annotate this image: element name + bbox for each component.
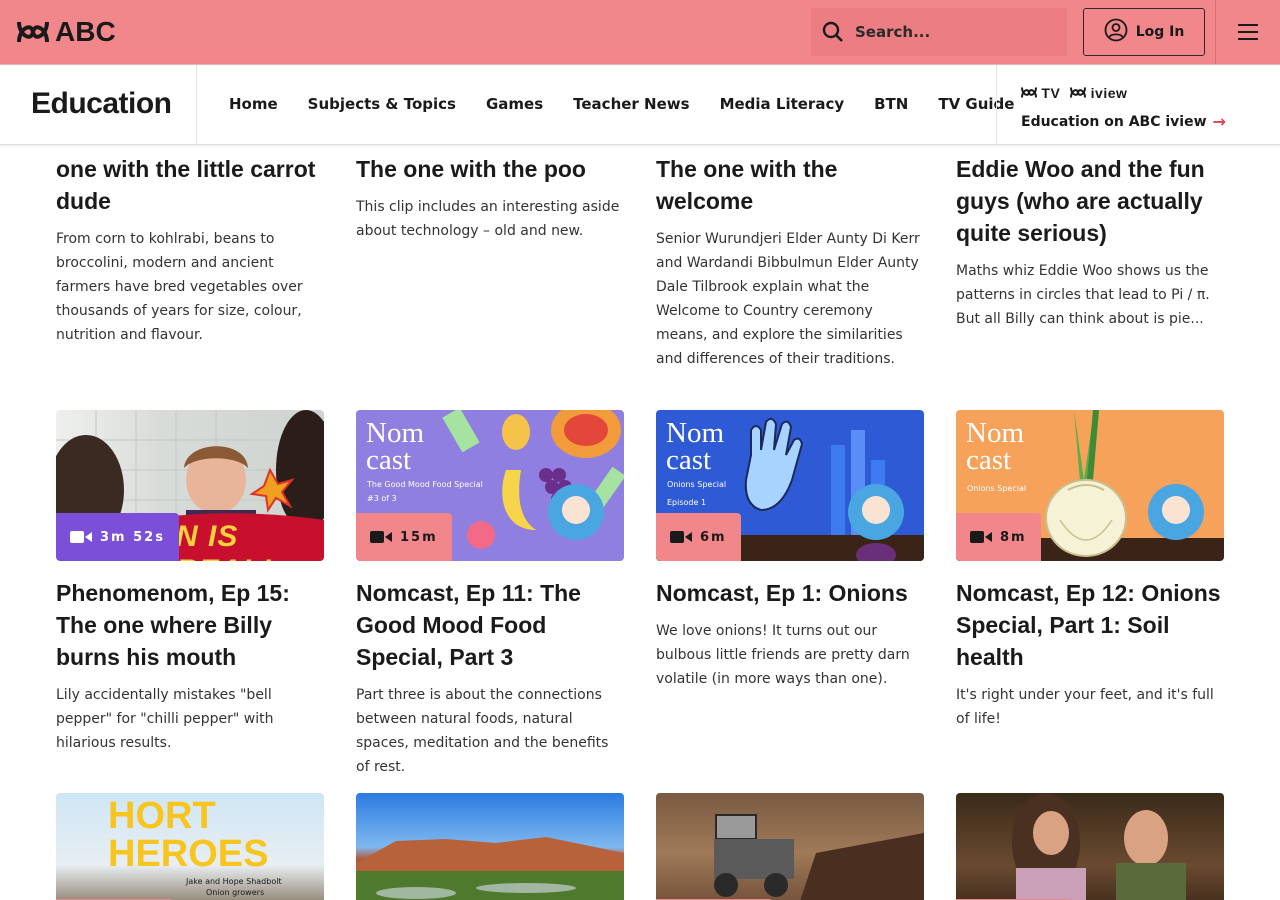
thumbnail-scene xyxy=(356,837,624,900)
card-description: This clip includes an interesting aside … xyxy=(356,199,620,239)
duration-badge: 15m xyxy=(356,513,452,561)
card-thumbnail[interactable]: N IS REAL! 3m 52s xyxy=(56,410,324,561)
card-title[interactable]: Nomcast, Ep 11: The Good Mood Food Speci… xyxy=(356,577,624,673)
card-thumbnail[interactable]: HORT HEROES Jake and Hope Shadbolt Onion… xyxy=(56,793,324,900)
abc-tv-logo: TV xyxy=(1021,85,1060,101)
thumbnail-subtitle: The Good Mood Food Special xyxy=(367,480,483,489)
content-card[interactable] xyxy=(956,793,1224,900)
card-thumbnail[interactable]: Nom cast Onions Special Episode 1 6m xyxy=(656,410,924,561)
iview-link[interactable]: Education on ABC iview → xyxy=(1021,112,1226,131)
card-description: Part three is about the connections betw… xyxy=(356,687,609,775)
abc-iview-logo: iview xyxy=(1070,85,1127,101)
content-card[interactable] xyxy=(356,793,624,900)
card-thumbnail[interactable]: Nom cast Onions Special 8m xyxy=(956,410,1224,561)
card-title[interactable]: Eddie Woo and the fun guys (who are actu… xyxy=(956,153,1224,249)
nav-divider xyxy=(996,65,997,145)
nav-link-media-literacy[interactable]: Media Literacy xyxy=(720,95,845,113)
card-thumbnail[interactable] xyxy=(956,793,1224,900)
nav-divider xyxy=(196,65,197,145)
nav-link-subjects-topics[interactable]: Subjects & Topics xyxy=(308,95,456,113)
content-card[interactable]: one with the little carrot dude From cor… xyxy=(56,153,324,347)
content-card[interactable]: N IS REAL! 3m 52s Phenomenom, Ep 15: The… xyxy=(56,410,324,755)
search-box[interactable] xyxy=(811,8,1067,56)
top-bar: ABC Log In xyxy=(0,0,1280,64)
duration-badge: 3m 52s xyxy=(56,513,179,561)
thumbnail-scene xyxy=(714,814,924,900)
card-description: We love onions! It turns out our bulbous… xyxy=(656,623,910,687)
thumbnail-subtitle: Onions Special xyxy=(667,480,727,489)
thumbnail-caption: N IS REAL! xyxy=(176,520,272,561)
card-description: Senior Wurundjeri Elder Aunty Di Kerr an… xyxy=(656,231,920,367)
nav-link-tv-guide[interactable]: TV Guide xyxy=(938,95,1014,113)
content-card[interactable]: Eddie Woo and the fun guys (who are actu… xyxy=(956,153,1224,331)
thumbnail-subtitle: Jake and Hope Shadbolt xyxy=(186,877,282,886)
card-title[interactable]: The one with the welcome xyxy=(656,153,924,217)
hamburger-menu-icon[interactable] xyxy=(1232,20,1264,44)
search-input[interactable] xyxy=(855,23,1055,41)
content-card[interactable]: Nom cast Onions Special 8m Nomcast, Ep 1… xyxy=(956,410,1224,731)
content-card[interactable]: HORT HEROES Jake and Hope Shadbolt Onion… xyxy=(56,793,324,900)
login-label: Log In xyxy=(1135,24,1185,40)
section-title[interactable]: Education xyxy=(31,87,172,121)
thumbnail-caption: HORT HEROES xyxy=(108,795,269,875)
card-description: From corn to kohlrabi, beans to broccoli… xyxy=(56,231,303,343)
video-camera-icon xyxy=(370,531,392,543)
thumbnail-caption: Nom cast xyxy=(666,417,724,476)
abc-lissajous-icon xyxy=(17,21,49,43)
thumbnail-subtitle: #3 of 3 xyxy=(367,494,397,503)
video-camera-icon xyxy=(670,531,692,543)
card-description: It's right under your feet, and it's ful… xyxy=(956,687,1214,727)
video-camera-icon xyxy=(970,531,992,543)
duration-badge: 6m xyxy=(656,513,741,561)
user-icon xyxy=(1104,18,1128,46)
search-icon xyxy=(811,21,855,43)
duration-badge: 8m xyxy=(956,513,1041,561)
card-description: Lily accidentally mistakes "bell pepper"… xyxy=(56,687,274,751)
card-title[interactable]: Nomcast, Ep 1: Onions xyxy=(656,577,924,609)
nav-link-btn[interactable]: BTN xyxy=(874,95,908,113)
nav-link-teacher-news[interactable]: Teacher News xyxy=(573,95,689,113)
card-thumbnail[interactable]: Nom cast The Good Mood Food Special #3 o… xyxy=(356,410,624,561)
section-nav: Education Home Subjects & Topics Games T… xyxy=(0,64,1280,145)
thumbnail-subtitle: Onions Special xyxy=(967,484,1027,493)
content-card[interactable]: The one with the poo This clip includes … xyxy=(356,153,624,243)
card-thumbnail[interactable] xyxy=(656,793,924,900)
content-card[interactable] xyxy=(656,793,924,900)
nav-link-games[interactable]: Games xyxy=(486,95,543,113)
iview-logos: TV iview xyxy=(1021,85,1226,101)
thumbnail-caption: Nom cast xyxy=(366,417,424,476)
thumbnail-subtitle: Episode 1 xyxy=(667,498,707,507)
login-button[interactable]: Log In xyxy=(1083,8,1205,56)
card-title[interactable]: one with the little carrot dude xyxy=(56,153,324,217)
nav-links: Home Subjects & Topics Games Teacher New… xyxy=(229,95,1044,113)
arrow-right-icon: → xyxy=(1212,112,1226,131)
header-divider xyxy=(1215,0,1216,64)
abc-logo[interactable]: ABC xyxy=(17,18,116,46)
abc-wordmark: ABC xyxy=(55,16,116,47)
content-card[interactable]: Nom cast The Good Mood Food Special #3 o… xyxy=(356,410,624,779)
thumbnail-subtitle: Onion growers xyxy=(206,888,265,897)
content-card[interactable]: The one with the welcome Senior Wurundje… xyxy=(656,153,924,371)
video-camera-icon xyxy=(70,531,92,543)
card-description: Maths whiz Eddie Woo shows us the patter… xyxy=(956,263,1210,327)
card-title[interactable]: Phenomenom, Ep 15: The one where Billy b… xyxy=(56,577,324,673)
thumbnail-scene xyxy=(1012,793,1186,900)
iview-promo[interactable]: TV iview Education on ABC iview → xyxy=(1021,85,1226,131)
card-title[interactable]: Nomcast, Ep 12: Onions Special, Part 1: … xyxy=(956,577,1224,673)
nav-link-home[interactable]: Home xyxy=(229,95,278,113)
thumbnail-caption: Nom cast xyxy=(966,417,1024,476)
card-thumbnail[interactable] xyxy=(356,793,624,900)
card-title[interactable]: The one with the poo xyxy=(356,153,624,185)
content-card[interactable]: Nom cast Onions Special Episode 1 6m Nom… xyxy=(656,410,924,691)
